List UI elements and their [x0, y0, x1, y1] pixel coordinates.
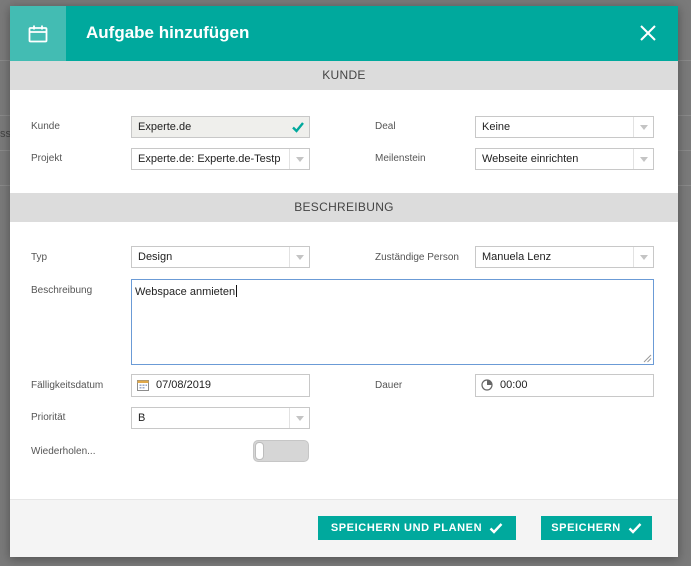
typ-select[interactable]: Design	[131, 246, 310, 268]
wiederholen-toggle[interactable]	[253, 440, 309, 462]
text-caret	[236, 285, 238, 297]
beschreibung-value: Webspace anmieten	[135, 286, 236, 298]
section-header-kunde: KUNDE	[10, 61, 678, 90]
meilenstein-label: Meilenstein	[375, 153, 426, 164]
dauer-value: 00:00	[500, 379, 528, 391]
chevron-down-icon	[633, 247, 653, 267]
kunde-field[interactable]: Experte.de	[131, 116, 310, 138]
deal-value: Keine	[482, 121, 511, 133]
zustaendig-value: Manuela Lenz	[482, 251, 552, 263]
typ-value: Design	[138, 251, 173, 263]
save-label: SPEICHERN	[551, 522, 621, 534]
save-and-plan-label: SPEICHERN UND PLANEN	[330, 522, 483, 534]
check-icon	[292, 122, 304, 133]
toggle-knob	[255, 442, 264, 460]
prioritaet-value: B	[138, 412, 146, 424]
chevron-down-icon	[633, 117, 653, 137]
projekt-label: Projekt	[31, 153, 63, 164]
faelligkeit-value: 07/08/2019	[156, 379, 212, 391]
add-task-dialog: Aufgabe hinzufügen KUNDE Kunde Experte.d…	[10, 6, 678, 557]
meilenstein-select[interactable]: Webseite einrichten	[475, 148, 654, 170]
chevron-down-icon	[289, 247, 309, 267]
section-header-beschreibung: BESCHREIBUNG	[10, 193, 678, 222]
prioritaet-select[interactable]: B	[131, 407, 310, 429]
resize-handle-icon[interactable]	[643, 354, 652, 363]
chevron-down-icon	[289, 408, 309, 428]
zustaendig-select[interactable]: Manuela Lenz	[475, 246, 654, 268]
deal-select[interactable]: Keine	[475, 116, 654, 138]
kunde-value: Experte.de	[138, 121, 192, 133]
faelligkeit-label: Fälligkeitsdatum	[31, 380, 104, 391]
save-and-plan-button[interactable]: SPEICHERN UND PLANEN	[318, 516, 516, 540]
check-icon	[628, 523, 642, 534]
kunde-label: Kunde	[31, 121, 60, 132]
prioritaet-label: Priorität	[31, 412, 66, 423]
deal-label: Deal	[375, 121, 396, 132]
calendar-small-icon	[137, 380, 149, 391]
dialog-title: Aufgabe hinzufügen	[86, 23, 250, 42]
projekt-select[interactable]: Experte.de: Experte.de-Testp	[131, 148, 310, 170]
save-button[interactable]: SPEICHERN	[541, 516, 652, 540]
chevron-down-icon	[633, 149, 653, 169]
beschreibung-textarea[interactable]: Webspace anmieten	[131, 279, 654, 365]
clock-icon	[481, 379, 493, 391]
dauer-field[interactable]: 00:00	[475, 374, 654, 397]
chevron-down-icon	[289, 149, 309, 169]
close-icon[interactable]	[638, 23, 658, 43]
dialog-footer: SPEICHERN UND PLANEN SPEICHERN	[10, 499, 678, 557]
typ-label: Typ	[31, 252, 48, 263]
meilenstein-value: Webseite einrichten	[482, 153, 579, 165]
faelligkeit-date-field[interactable]: 07/08/2019	[131, 374, 310, 397]
dauer-label: Dauer	[375, 380, 403, 391]
zustaendig-label: Zuständige Person	[375, 252, 459, 263]
wiederholen-label: Wiederholen...	[31, 446, 96, 457]
dialog-header: Aufgabe hinzufügen	[10, 6, 678, 61]
calendar-icon	[10, 6, 66, 61]
projekt-value: Experte.de: Experte.de-Testp	[138, 153, 281, 165]
check-icon	[489, 523, 503, 534]
beschreibung-label: Beschreibung	[31, 285, 93, 296]
